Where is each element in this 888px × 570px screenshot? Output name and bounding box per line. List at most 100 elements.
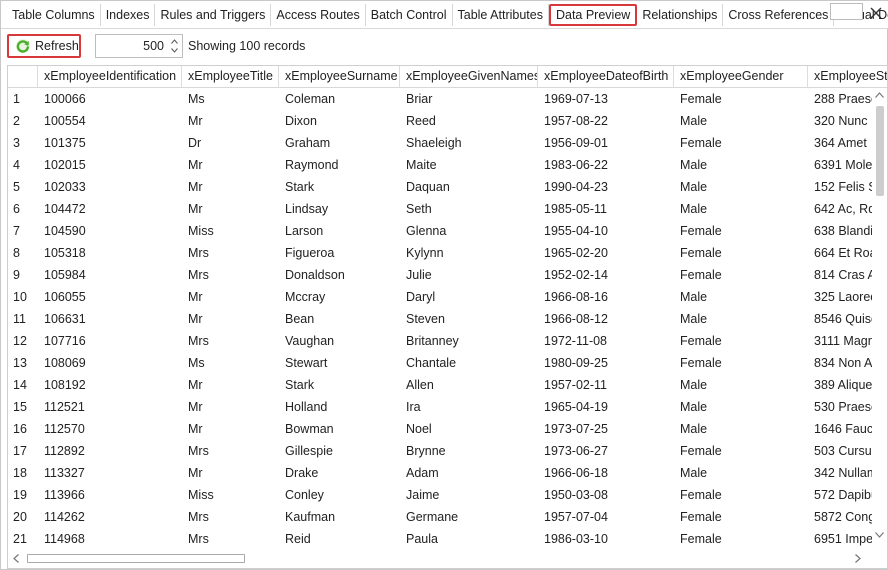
- table-cell[interactable]: Gillespie: [279, 440, 400, 462]
- table-cell[interactable]: Brynne: [400, 440, 538, 462]
- record-limit-input[interactable]: [98, 37, 164, 55]
- table-cell[interactable]: Mr: [182, 418, 279, 440]
- table-cell[interactable]: Mr: [182, 286, 279, 308]
- column-header[interactable]: xEmployeeDateofBirth: [538, 66, 674, 88]
- tab-indexes[interactable]: Indexes: [101, 4, 156, 26]
- table-cell[interactable]: Female: [674, 132, 808, 154]
- table-cell[interactable]: 106055: [38, 286, 182, 308]
- table-row[interactable]: 20 114262 Mrs Kaufman Germane 1957-07-04 Femal…: [8, 506, 887, 528]
- row-number[interactable]: 11: [8, 308, 38, 330]
- table-cell[interactable]: Julie: [400, 264, 538, 286]
- table-cell[interactable]: Mccray: [279, 286, 400, 308]
- table-row[interactable]: 13 108069 Ms Stewart Chantale 1980-09-25 Femal…: [8, 352, 887, 374]
- table-cell[interactable]: 1966-06-18: [538, 462, 674, 484]
- table-row[interactable]: 3 101375 Dr Graham Shaeleigh 1956-09-01 Female…: [8, 132, 887, 154]
- tab-table-attributes[interactable]: Table Attributes: [453, 4, 549, 26]
- table-cell[interactable]: 106631: [38, 308, 182, 330]
- row-number[interactable]: 5: [8, 176, 38, 198]
- table-cell[interactable]: Female: [674, 88, 808, 110]
- table-row[interactable]: 1 100066 Ms Coleman Briar 1969-07-13 Female 288…: [8, 88, 887, 110]
- row-number[interactable]: 10: [8, 286, 38, 308]
- table-cell[interactable]: Bean: [279, 308, 400, 330]
- scroll-right-icon[interactable]: [855, 554, 861, 563]
- horizontal-scrollbar[interactable]: [8, 549, 872, 568]
- table-cell[interactable]: Mr: [182, 374, 279, 396]
- table-row[interactable]: 17 112892 Mrs Gillespie Brynne 1973-06-27 Fema…: [8, 440, 887, 462]
- scroll-down-icon[interactable]: [875, 532, 884, 538]
- table-cell[interactable]: 100554: [38, 110, 182, 132]
- row-number[interactable]: 13: [8, 352, 38, 374]
- table-cell[interactable]: Male: [674, 154, 808, 176]
- table-cell[interactable]: Female: [674, 242, 808, 264]
- table-cell[interactable]: Kaufman: [279, 506, 400, 528]
- table-cell[interactable]: 1986-03-10: [538, 528, 674, 550]
- table-cell[interactable]: Mr: [182, 308, 279, 330]
- table-cell[interactable]: Miss: [182, 484, 279, 506]
- table-cell[interactable]: Conley: [279, 484, 400, 506]
- row-number[interactable]: 4: [8, 154, 38, 176]
- table-cell[interactable]: 100066: [38, 88, 182, 110]
- tab-cross-references[interactable]: Cross References: [723, 4, 835, 26]
- row-number[interactable]: 2: [8, 110, 38, 132]
- table-cell[interactable]: Maite: [400, 154, 538, 176]
- table-cell[interactable]: Vaughan: [279, 330, 400, 352]
- table-cell[interactable]: 1956-09-01: [538, 132, 674, 154]
- table-cell[interactable]: 104590: [38, 220, 182, 242]
- tab-relationships[interactable]: Relationships: [637, 4, 724, 26]
- table-cell[interactable]: Mrs: [182, 440, 279, 462]
- table-cell[interactable]: 1973-07-25: [538, 418, 674, 440]
- row-number[interactable]: 12: [8, 330, 38, 352]
- table-cell[interactable]: Shaeleigh: [400, 132, 538, 154]
- row-number[interactable]: 6: [8, 198, 38, 220]
- table-cell[interactable]: Reed: [400, 110, 538, 132]
- table-cell[interactable]: Graham: [279, 132, 400, 154]
- table-row[interactable]: 15 112521 Mr Holland Ira 1965-04-19 Male 530 Pr…: [8, 396, 887, 418]
- table-cell[interactable]: 113327: [38, 462, 182, 484]
- table-cell[interactable]: 1966-08-16: [538, 286, 674, 308]
- table-cell[interactable]: Dr: [182, 132, 279, 154]
- table-row[interactable]: 2 100554 Mr Dixon Reed 1957-08-22 Male 320 Nunc: [8, 110, 887, 132]
- table-cell[interactable]: 105984: [38, 264, 182, 286]
- table-cell[interactable]: Male: [674, 110, 808, 132]
- table-cell[interactable]: Male: [674, 374, 808, 396]
- table-cell[interactable]: Daryl: [400, 286, 538, 308]
- table-cell[interactable]: Allen: [400, 374, 538, 396]
- vertical-scrollbar[interactable]: [872, 88, 887, 548]
- table-cell[interactable]: Dixon: [279, 110, 400, 132]
- table-cell[interactable]: Mrs: [182, 242, 279, 264]
- scroll-left-icon[interactable]: [13, 554, 19, 563]
- table-cell[interactable]: 1972-11-08: [538, 330, 674, 352]
- table-cell[interactable]: Kylynn: [400, 242, 538, 264]
- table-cell[interactable]: Steven: [400, 308, 538, 330]
- table-cell[interactable]: Female: [674, 484, 808, 506]
- row-number[interactable]: 8: [8, 242, 38, 264]
- refresh-button[interactable]: Refresh: [7, 34, 81, 58]
- table-cell[interactable]: 1950-03-08: [538, 484, 674, 506]
- table-cell[interactable]: 1983-06-22: [538, 154, 674, 176]
- table-cell[interactable]: Male: [674, 176, 808, 198]
- table-cell[interactable]: Germane: [400, 506, 538, 528]
- table-cell[interactable]: Stark: [279, 176, 400, 198]
- table-cell[interactable]: Mr: [182, 154, 279, 176]
- row-number[interactable]: 17: [8, 440, 38, 462]
- table-cell[interactable]: Ms: [182, 88, 279, 110]
- table-cell[interactable]: Female: [674, 352, 808, 374]
- table-cell[interactable]: Figueroa: [279, 242, 400, 264]
- table-cell[interactable]: 114968: [38, 528, 182, 550]
- tab-rules-and-triggers[interactable]: Rules and Triggers: [155, 4, 272, 26]
- table-cell[interactable]: Seth: [400, 198, 538, 220]
- table-cell[interactable]: Drake: [279, 462, 400, 484]
- table-cell[interactable]: 102033: [38, 176, 182, 198]
- column-header[interactable]: xEmployeeIdentification: [38, 66, 182, 88]
- table-cell[interactable]: Female: [674, 264, 808, 286]
- scroll-up-icon[interactable]: [875, 92, 884, 98]
- column-header[interactable]: xEmployeeTitle: [182, 66, 279, 88]
- row-number[interactable]: 19: [8, 484, 38, 506]
- table-cell[interactable]: 114262: [38, 506, 182, 528]
- table-cell[interactable]: 1957-07-04: [538, 506, 674, 528]
- table-cell[interactable]: Female: [674, 506, 808, 528]
- table-cell[interactable]: Male: [674, 198, 808, 220]
- table-cell[interactable]: 1966-08-12: [538, 308, 674, 330]
- table-cell[interactable]: 1952-02-14: [538, 264, 674, 286]
- tab-batch-control[interactable]: Batch Control: [366, 4, 453, 26]
